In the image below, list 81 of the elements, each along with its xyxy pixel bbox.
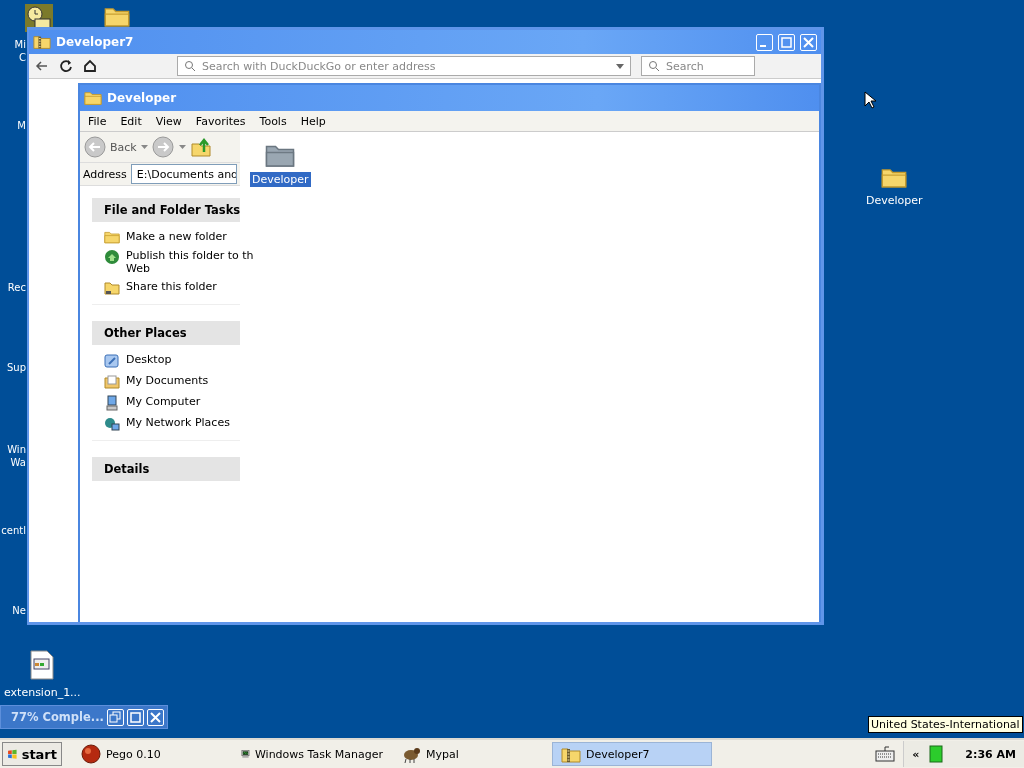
shared-folder-icon <box>104 279 120 296</box>
task-link[interactable]: My Documents <box>126 373 209 387</box>
maximize-button[interactable] <box>126 708 144 726</box>
restore-icon <box>107 709 123 725</box>
minimize-icon <box>759 45 766 47</box>
folder-icon <box>104 5 130 28</box>
menu-item[interactable]: Edit <box>120 114 142 128</box>
desktop-icon-label[interactable]: Developer <box>866 194 923 208</box>
clock: 2:36 AM <box>965 747 1016 761</box>
folder-icon <box>881 166 908 189</box>
menu-item[interactable]: Help <box>300 114 326 128</box>
menu-item[interactable]: Tools <box>259 114 287 128</box>
desktop-icon-label[interactable]: extension_1... <box>4 686 81 699</box>
keyboard-icon[interactable] <box>875 746 896 762</box>
task-link[interactable]: Publish this folder to th Web <box>126 248 254 275</box>
documents-folder-icon <box>104 373 120 390</box>
desktop-icon-label: Wa <box>9 456 26 469</box>
desktop-icon-label: centl <box>0 524 26 537</box>
menu-item[interactable]: File <box>88 114 107 128</box>
task-link[interactable]: Desktop <box>126 352 172 366</box>
task-link[interactable]: My Computer <box>126 394 201 408</box>
taskbar-button[interactable]: Mypal <box>392 742 552 766</box>
close-icon <box>147 709 163 725</box>
minimize-button[interactable] <box>756 33 773 51</box>
zip-folder-icon <box>561 745 581 763</box>
close-button[interactable] <box>800 33 817 51</box>
maximize-icon <box>779 34 794 50</box>
file-name[interactable]: Developer <box>250 171 311 187</box>
desktop-icon-label: Win <box>6 443 26 456</box>
taskbar-button[interactable]: Windows Task Manager <box>232 742 392 766</box>
zip-folder-icon <box>33 34 51 50</box>
taskbar-button[interactable]: Developer7 <box>552 742 712 766</box>
address-label: Address <box>83 167 127 181</box>
back-arrow-icon[interactable] <box>35 59 49 73</box>
network-icon <box>104 415 120 432</box>
task-link[interactable]: Make a new folder <box>126 230 227 243</box>
menu-item[interactable]: View <box>155 114 182 128</box>
document-icon <box>30 650 55 680</box>
show-hidden-icons-button[interactable]: « <box>912 747 920 761</box>
dropdown-caret-icon <box>616 63 624 69</box>
desktop-icon-label: Ne <box>11 604 26 617</box>
window-title: Developer <box>107 91 178 105</box>
panel-header[interactable]: File and Folder Tasks <box>92 198 240 222</box>
home-icon[interactable] <box>83 59 97 73</box>
search-icon <box>648 60 660 72</box>
reload-icon[interactable] <box>59 59 73 73</box>
task-link[interactable]: My Network Places <box>126 415 230 429</box>
maximize-icon <box>127 709 143 725</box>
menu-item[interactable]: Favorites <box>195 114 246 128</box>
forward-button[interactable] <box>151 136 186 158</box>
desktop-icon-label: Rec <box>6 281 26 294</box>
desktop-icon-label: M <box>16 119 26 132</box>
address-field[interactable]: Search with DuckDuckGo or enter address <box>177 56 631 76</box>
tray-app-icon[interactable] <box>929 745 944 763</box>
taskbar-button[interactable]: Pego 0.10 <box>72 742 232 766</box>
computer-icon <box>104 394 120 411</box>
restore-button[interactable] <box>106 708 124 726</box>
maximize-button[interactable] <box>778 33 795 51</box>
ball-icon <box>81 744 101 764</box>
folder-icon <box>84 90 102 106</box>
mouse-pointer-icon <box>864 91 876 109</box>
search-icon <box>184 60 196 72</box>
window-title: 77% Comple... <box>11 710 104 724</box>
desktop-icon <box>104 352 120 369</box>
panel-header[interactable]: Details <box>92 456 240 481</box>
task-link[interactable]: Share this folder <box>126 279 217 293</box>
desktop-icon-label: Mi <box>13 38 26 51</box>
new-folder-icon <box>104 230 120 244</box>
animal-icon <box>401 745 421 763</box>
close-button[interactable] <box>146 708 164 726</box>
desktop-icon-label: C <box>18 51 26 64</box>
desktop-icon-label: Sup <box>5 361 26 374</box>
search-field[interactable]: Search <box>641 56 755 76</box>
caret-icon <box>140 145 148 149</box>
tooltip: United States-International <box>868 716 1023 733</box>
up-folder-icon[interactable] <box>189 136 212 158</box>
start-button[interactable]: start <box>2 742 62 766</box>
close-icon <box>801 34 816 50</box>
globe-icon <box>104 248 120 265</box>
window-title: Developer7 <box>56 35 135 49</box>
panel-header[interactable]: Other Places <box>92 320 240 345</box>
